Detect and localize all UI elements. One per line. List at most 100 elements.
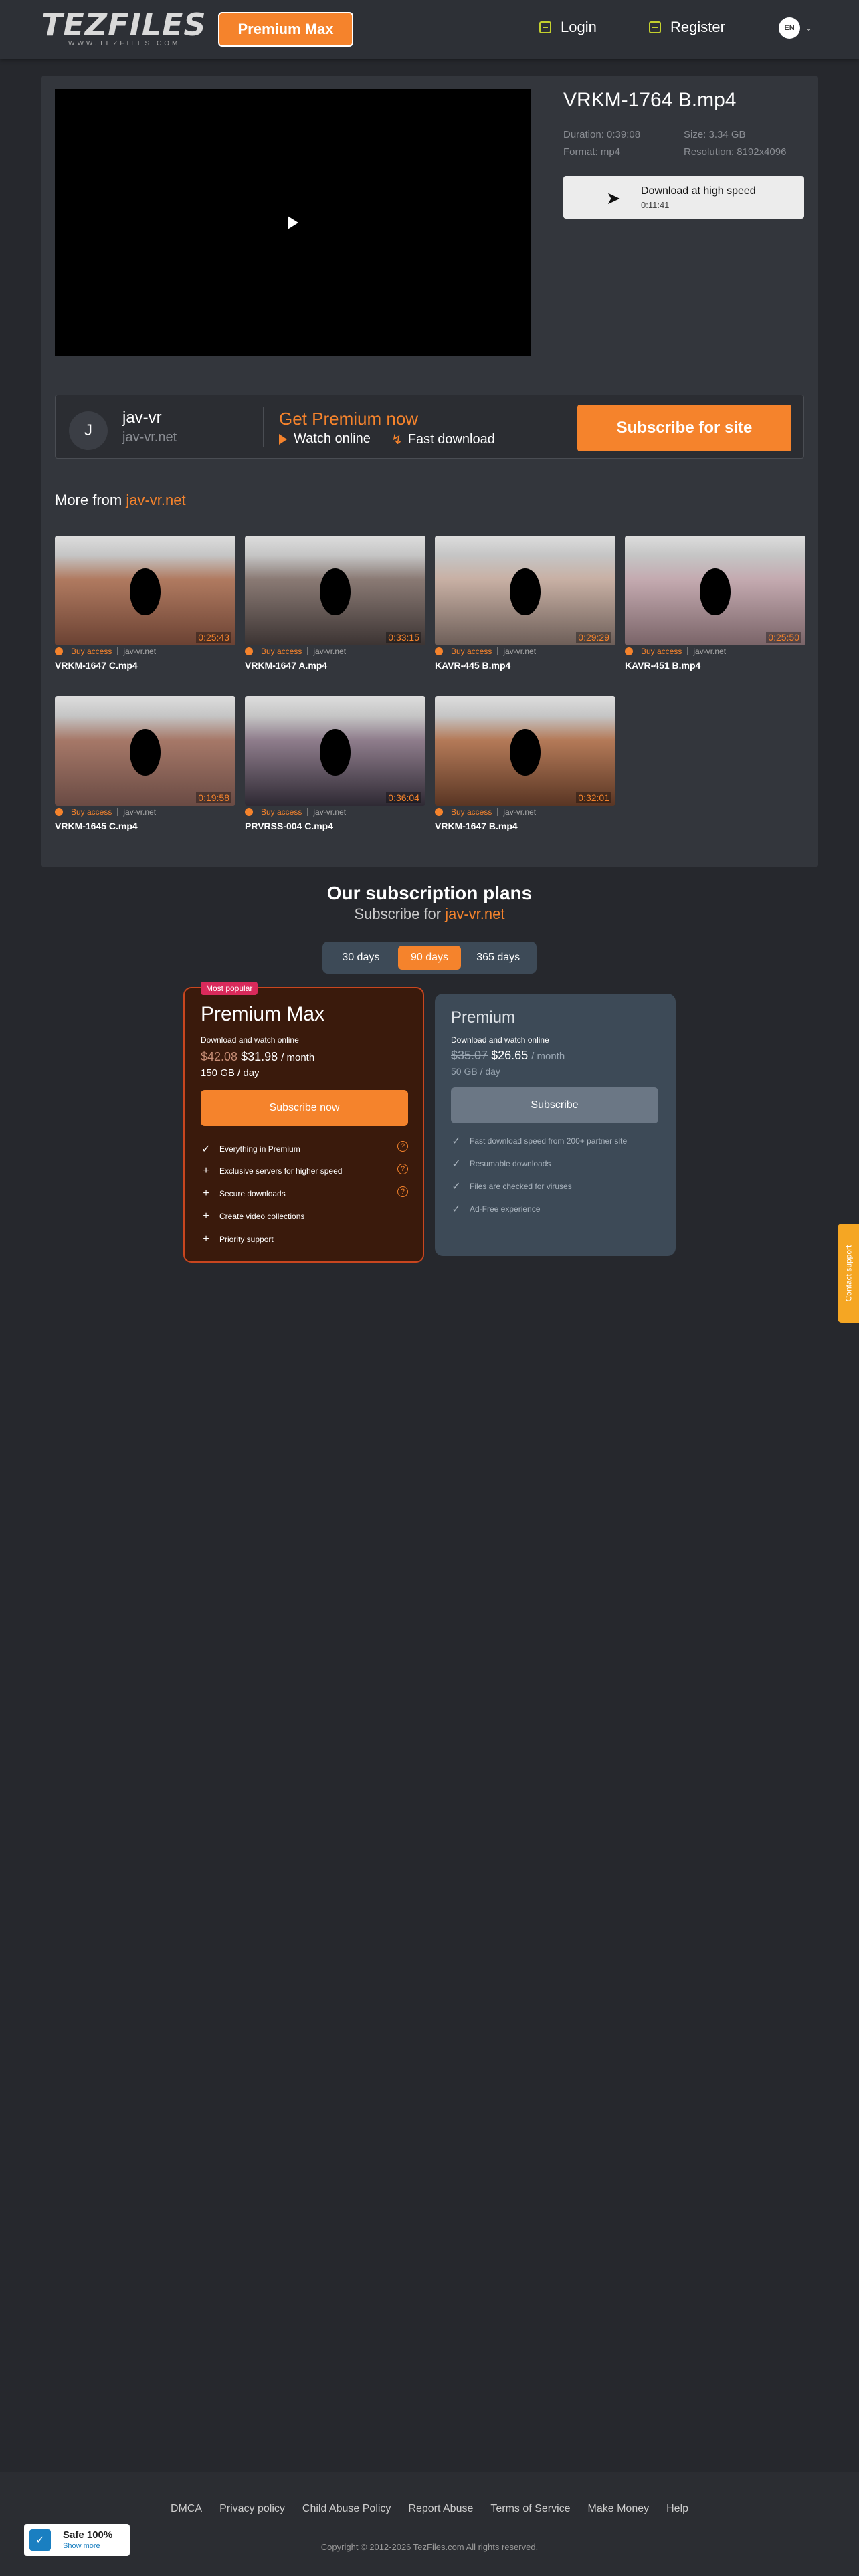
buy-access-link[interactable]: Buy access xyxy=(451,807,492,817)
thumbnail-image[interactable]: 0:33:15 xyxy=(245,536,425,645)
footer-links: DMCA Privacy policy Child Abuse Policy R… xyxy=(0,2503,859,2515)
subscribe-now-button[interactable]: Subscribe now xyxy=(201,1090,408,1126)
subscribe-button[interactable]: Subscribe xyxy=(451,1087,658,1123)
login-link[interactable]: Login xyxy=(539,19,597,36)
period-365-days[interactable]: 365 days xyxy=(466,946,530,970)
footer-link-child-abuse[interactable]: Child Abuse Policy xyxy=(302,2503,391,2515)
coin-icon xyxy=(435,647,443,655)
more-from-heading: More from jav-vr.net xyxy=(55,492,186,509)
video-thumbnail[interactable]: 0:25:43 Buy access jav-vr.net VRKM-1647 C.m… xyxy=(55,536,235,671)
more-from-site-link[interactable]: jav-vr.net xyxy=(126,492,185,508)
plus-icon: + xyxy=(203,1210,209,1222)
rocket-icon: ➤ xyxy=(606,188,621,208)
thumbnail-image[interactable]: 0:25:50 xyxy=(625,536,805,645)
thumbnail-image[interactable]: 0:29:29 xyxy=(435,536,615,645)
divider xyxy=(117,647,118,655)
get-premium-heading: Get Premium now xyxy=(279,409,419,429)
download-high-speed-button[interactable]: ➤ Download at high speed 0:11:41 xyxy=(563,176,804,219)
safe-badge-link[interactable]: Show more xyxy=(63,2542,100,2550)
site-logo[interactable]: TEZFILES WWW.TEZFILES.COM xyxy=(41,8,206,49)
video-thumbnail[interactable]: 0:32:01 Buy access jav-vr.net VRKM-1647 B.m… xyxy=(435,696,615,831)
old-price: $42.08 xyxy=(201,1050,238,1063)
plan-feature: ✓ Fast download speed from 200+ partner s… xyxy=(451,1134,658,1148)
feature-label: Exclusive servers for higher speed xyxy=(219,1166,343,1176)
thumbnail-filename[interactable]: VRKM-1647 A.mp4 xyxy=(245,660,425,671)
watch-online-label: Watch online xyxy=(294,431,371,446)
period-30-days[interactable]: 30 days xyxy=(329,946,393,970)
thumbnail-meta: Buy access jav-vr.net xyxy=(245,807,425,817)
check-icon: ✓ xyxy=(452,1181,461,1192)
thumbnail-domain: jav-vr.net xyxy=(123,807,157,817)
download-label: Download at high speed xyxy=(641,185,756,197)
thumbnail-filename[interactable]: KAVR-451 B.mp4 xyxy=(625,660,805,671)
safe-badge-title: Safe 100% xyxy=(63,2529,113,2541)
language-selector[interactable]: EN ⌄ xyxy=(779,17,812,39)
fast-download-feature: ↯ Fast download xyxy=(391,431,495,448)
footer-link-make-money[interactable]: Make Money xyxy=(588,2503,650,2515)
video-thumbnail[interactable]: 0:19:58 Buy access jav-vr.net VRKM-1645 C.m… xyxy=(55,696,235,831)
plus-icon: + xyxy=(203,1188,209,1199)
plan-feature: ✓ Ad-Free experience xyxy=(451,1202,658,1216)
thumbnail-image[interactable]: 0:25:43 xyxy=(55,536,235,645)
buy-access-link[interactable]: Buy access xyxy=(451,647,492,656)
feature-label: Priority support xyxy=(219,1235,274,1244)
subscribe-for-site-button[interactable]: Subscribe for site xyxy=(577,405,791,451)
plan-description: Download and watch online xyxy=(451,1035,549,1045)
thumbnail-filename[interactable]: PRVRSS-004 C.mp4 xyxy=(245,821,425,831)
site-avatar[interactable]: J xyxy=(69,411,108,450)
video-thumbnail[interactable]: 0:29:29 Buy access jav-vr.net KAVR-445 B.mp… xyxy=(435,536,615,671)
thumbnail-image[interactable]: 0:32:01 xyxy=(435,696,615,806)
premium-max-button[interactable]: Premium Max xyxy=(218,12,353,47)
footer-link-privacy[interactable]: Privacy policy xyxy=(219,2503,285,2515)
register-label: Register xyxy=(670,19,725,35)
plan-quota: 50 GB / day xyxy=(451,1066,500,1077)
contact-support-tab[interactable]: Contact support xyxy=(838,1224,859,1323)
footer-link-terms[interactable]: Terms of Service xyxy=(490,2503,570,2515)
coin-icon xyxy=(435,808,443,816)
current-price: $31.98 xyxy=(241,1050,278,1063)
thumbnail-image[interactable]: 0:36:04 xyxy=(245,696,425,806)
period-toggle: 30 days 90 days 365 days xyxy=(322,942,537,974)
period-90-days[interactable]: 90 days xyxy=(397,946,462,970)
thumbnail-meta: Buy access jav-vr.net xyxy=(625,647,805,656)
check-icon: ✓ xyxy=(452,1136,461,1147)
help-icon[interactable]: ? xyxy=(397,1186,408,1197)
plan-price: $42.08 $31.98 / month xyxy=(201,1050,314,1064)
feature-label: Create video collections xyxy=(219,1212,305,1221)
register-link[interactable]: Register xyxy=(649,19,725,36)
thumbnail-filename[interactable]: VRKM-1647 C.mp4 xyxy=(55,660,235,671)
play-icon xyxy=(279,433,287,445)
plans-subtitle-site[interactable]: jav-vr.net xyxy=(445,905,504,922)
video-thumbnail[interactable]: 0:33:15 Buy access jav-vr.net VRKM-1647 A.m… xyxy=(245,536,425,671)
plan-feature: ✓ Everything in Premium? xyxy=(201,1141,408,1156)
thumbnail-filename[interactable]: VRKM-1647 B.mp4 xyxy=(435,821,615,831)
buy-access-link[interactable]: Buy access xyxy=(261,807,302,817)
thumbnail-meta: Buy access jav-vr.net xyxy=(55,807,235,817)
help-icon[interactable]: ? xyxy=(397,1141,408,1152)
site-name[interactable]: jav-vr xyxy=(122,409,162,427)
help-icon[interactable]: ? xyxy=(397,1164,408,1174)
logo-subtext: WWW.TEZFILES.COM xyxy=(68,40,181,47)
footer-link-report-abuse[interactable]: Report Abuse xyxy=(408,2503,473,2515)
plan-feature: ✓ Files are checked for viruses xyxy=(451,1180,658,1193)
play-icon[interactable] xyxy=(288,216,298,229)
video-thumbnail[interactable]: 0:36:04 Buy access jav-vr.net PRVRSS-004 C.… xyxy=(245,696,425,831)
thumbnail-filename[interactable]: KAVR-445 B.mp4 xyxy=(435,660,615,671)
coin-icon xyxy=(245,647,253,655)
footer-link-help[interactable]: Help xyxy=(666,2503,688,2515)
buy-access-link[interactable]: Buy access xyxy=(71,807,112,817)
plan-feature: + Exclusive servers for higher speed? xyxy=(201,1164,408,1177)
buy-access-link[interactable]: Buy access xyxy=(261,647,302,656)
thumbnail-duration: 0:32:01 xyxy=(576,792,611,803)
video-thumbnail[interactable]: 0:25:50 Buy access jav-vr.net KAVR-451 B.mp… xyxy=(625,536,805,671)
coin-icon xyxy=(55,647,63,655)
thumbnail-image[interactable]: 0:19:58 xyxy=(55,696,235,806)
plan-quota: 150 GB / day xyxy=(201,1067,260,1079)
price-period: / month xyxy=(281,1052,315,1063)
thumbnail-filename[interactable]: VRKM-1645 C.mp4 xyxy=(55,821,235,831)
safe-badge[interactable]: ✓ Safe 100% Show more xyxy=(24,2524,130,2556)
footer-link-dmca[interactable]: DMCA xyxy=(171,2503,202,2515)
video-player[interactable] xyxy=(55,89,531,356)
buy-access-link[interactable]: Buy access xyxy=(71,647,112,656)
buy-access-link[interactable]: Buy access xyxy=(641,647,682,656)
